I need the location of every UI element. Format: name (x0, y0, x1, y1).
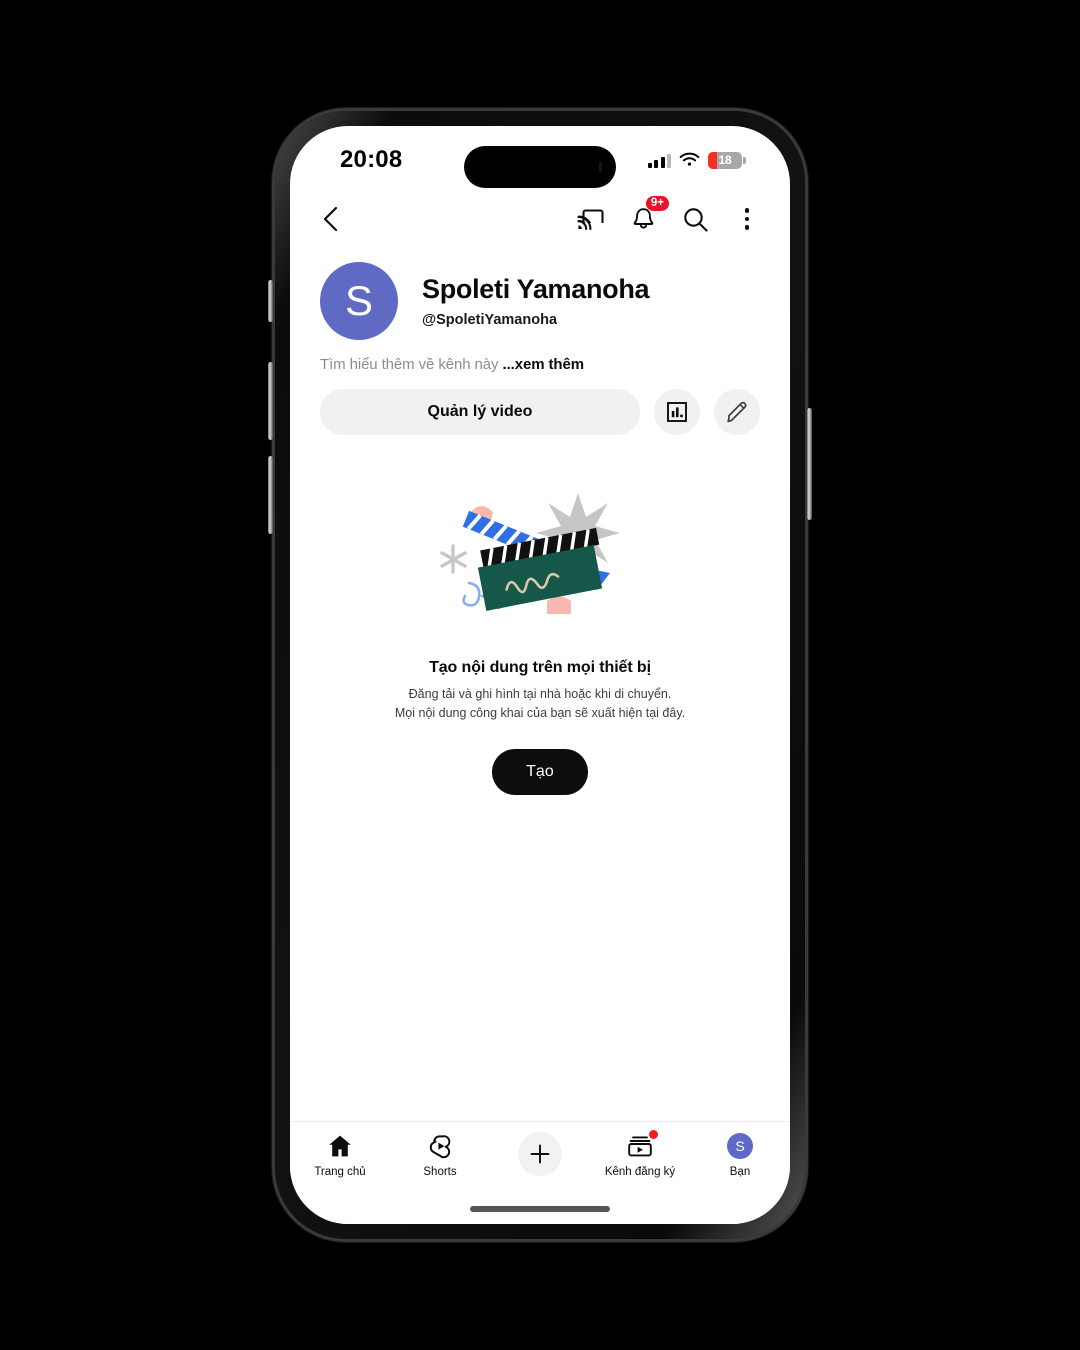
back-button[interactable] (316, 204, 346, 234)
empty-state-subtitle-line2: Mọi nội dung công khai của bạn sẽ xuất h… (394, 706, 686, 720)
search-button[interactable] (678, 202, 712, 236)
create-fab-button[interactable] (518, 1132, 562, 1176)
shorts-icon-wrap (427, 1132, 453, 1160)
status-time: 20:08 (340, 146, 403, 173)
status-indicators: 18 (647, 151, 746, 169)
front-camera-icon (599, 162, 602, 172)
avatar[interactable]: S (320, 262, 398, 340)
battery-icon: 18 (708, 151, 746, 169)
tab-shorts-label: Shorts (423, 1166, 457, 1178)
phone-screen: 20:08 18 9+ S Spoleti Yamanoha @SpoletiY… (290, 126, 790, 1224)
volume-up-button[interactable] (268, 362, 273, 440)
mute-switch-button[interactable] (268, 280, 273, 322)
home-icon (329, 1135, 351, 1157)
edit-channel-button[interactable] (714, 389, 760, 435)
status-bar: 20:08 18 (290, 126, 790, 188)
more-vertical-icon (744, 208, 750, 230)
tab-you[interactable]: S Bạn (690, 1132, 790, 1178)
tab-create[interactable] (490, 1132, 590, 1182)
notification-badge: 9+ (645, 196, 669, 211)
battery-level: 18 (718, 153, 732, 167)
channel-description[interactable]: Tìm hiểu thêm về kênh này ...xem thêm (290, 340, 790, 373)
cast-icon (577, 209, 605, 231)
tab-home[interactable]: Trang chủ (290, 1132, 390, 1178)
channel-identity: Spoleti Yamanoha @SpoletiYamanoha (422, 274, 650, 328)
wifi-icon (679, 152, 700, 166)
empty-state-subtitle-line1: Đăng tải và ghi hình tại nhà hoặc khi di… (408, 687, 672, 701)
subscriptions-notification-dot (649, 1130, 658, 1139)
tab-shorts[interactable]: Shorts (390, 1132, 490, 1178)
empty-state: Tạo nội dung trên mọi thiết bị Đăng tải … (290, 435, 790, 795)
create-button[interactable]: Tạo (492, 749, 588, 795)
search-icon (683, 207, 708, 232)
account-avatar-icon: S (727, 1133, 753, 1159)
empty-state-title: Tạo nội dung trên mọi thiết bị (429, 659, 651, 676)
tab-subscriptions-label: Kênh đăng ký (604, 1166, 676, 1178)
volume-down-button[interactable] (268, 456, 273, 534)
plus-icon (530, 1144, 550, 1164)
you-avatar-wrap: S (727, 1132, 753, 1160)
pink-arch-bottom (547, 596, 571, 614)
home-indicator (470, 1206, 610, 1212)
channel-action-row: Quản lý video (290, 373, 790, 435)
sparkle-shape (440, 544, 467, 574)
tab-home-label: Trang chủ (314, 1166, 366, 1178)
bottom-navigation-bar: Trang chủ Shorts Kênh đăng ký S Bạn (290, 1121, 790, 1224)
shorts-icon (429, 1135, 451, 1159)
more-options-button[interactable] (730, 202, 764, 236)
analytics-button[interactable] (654, 389, 700, 435)
power-button[interactable] (807, 408, 812, 520)
channel-description-text: Tìm hiểu thêm về kênh này (320, 356, 499, 373)
battery-low-fill (708, 151, 717, 169)
pencil-icon (727, 401, 747, 423)
phone-frame: 20:08 18 9+ S Spoleti Yamanoha @SpoletiY… (268, 108, 812, 1242)
tab-you-label: Bạn (729, 1166, 751, 1178)
clapperboard-illustration (440, 493, 620, 614)
channel-handle: @SpoletiYamanoha (422, 312, 558, 328)
home-icon-wrap (327, 1132, 353, 1160)
tab-subscriptions[interactable]: Kênh đăng ký (590, 1130, 690, 1178)
dynamic-island (464, 146, 616, 188)
subscriptions-icon-wrap (626, 1130, 658, 1160)
back-arrow-icon (323, 206, 338, 232)
channel-name: Spoleti Yamanoha (422, 274, 650, 304)
cast-button[interactable] (574, 202, 608, 236)
manage-videos-button[interactable]: Quản lý video (320, 389, 640, 435)
top-navigation-bar: 9+ (290, 188, 790, 250)
bar-chart-icon (667, 402, 687, 422)
channel-header: S Spoleti Yamanoha @SpoletiYamanoha (290, 250, 790, 340)
cellular-signal-icon (647, 153, 671, 168)
notifications-button[interactable]: 9+ (626, 196, 669, 236)
channel-description-more-link[interactable]: ...xem thêm (503, 356, 585, 373)
